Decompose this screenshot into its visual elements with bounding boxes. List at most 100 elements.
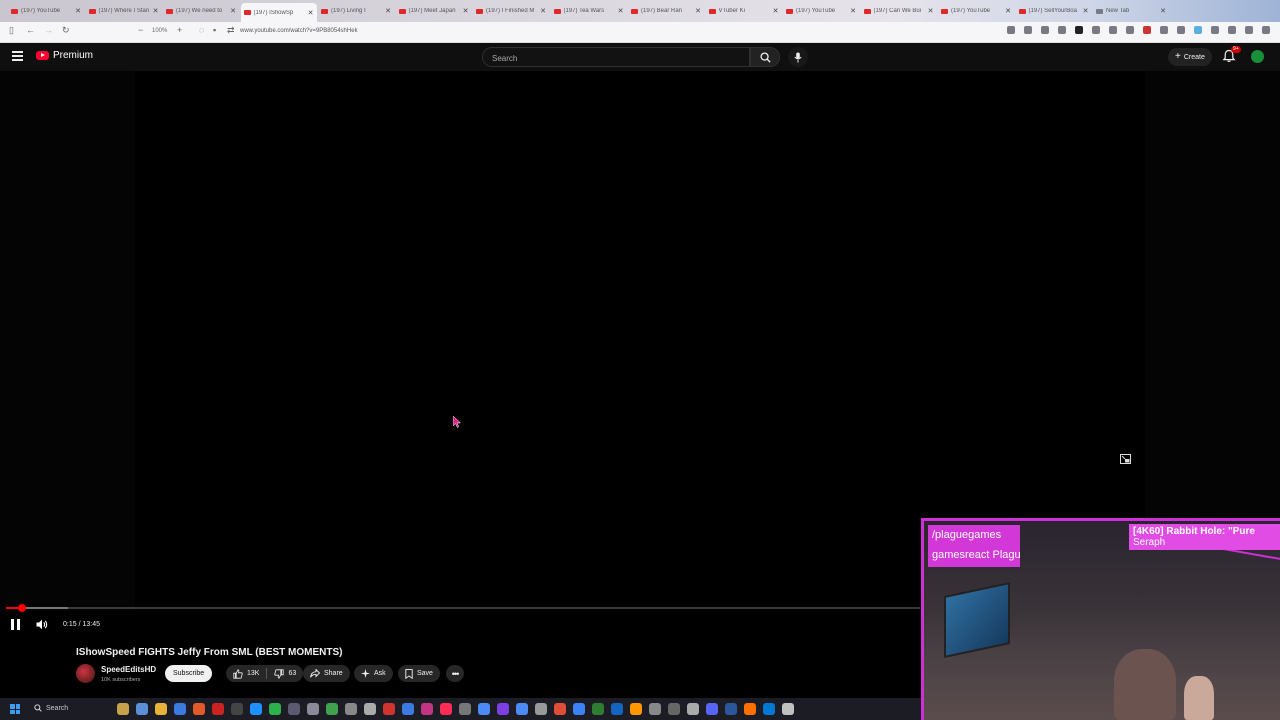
close-tab-icon[interactable]: ✕ <box>928 7 934 15</box>
more-actions-button[interactable]: ••• <box>446 665 464 682</box>
taskbar-app-icon[interactable] <box>345 703 357 715</box>
youtube-premium-logo[interactable]: Premium <box>36 50 93 61</box>
taskbar-app-icon[interactable] <box>535 703 547 715</box>
close-tab-icon[interactable]: ✕ <box>308 9 314 17</box>
browser-tab[interactable]: (197) Tea Wars ✕ <box>551 3 627 19</box>
close-tab-icon[interactable]: ✕ <box>463 7 469 15</box>
browser-tab[interactable]: New Tab ✕ <box>1093 3 1169 19</box>
browser-extension-icon[interactable] <box>1058 26 1066 34</box>
close-tab-icon[interactable]: ✕ <box>385 7 391 15</box>
volume-icon[interactable] <box>36 619 48 630</box>
taskbar-app-icon[interactable] <box>611 703 623 715</box>
browser-tab[interactable]: (197) Meet Japan ✕ <box>396 3 472 19</box>
zoom-out-icon[interactable]: − <box>138 25 143 35</box>
taskbar-app-icon[interactable] <box>459 703 471 715</box>
reload-icon[interactable]: ↻ <box>62 25 70 36</box>
browser-extension-icon[interactable] <box>1177 26 1185 34</box>
address-bar[interactable]: www.youtube.com/watch?v=9PB8054shHek <box>240 28 358 34</box>
back-icon[interactable]: ← <box>26 25 35 35</box>
ask-button[interactable]: Ask <box>354 665 393 682</box>
voice-search-button[interactable] <box>788 47 808 67</box>
sidebar-toggle-icon[interactable]: ▯ <box>9 25 14 36</box>
forward-icon[interactable]: → <box>44 25 53 35</box>
zoom-level[interactable]: 100% <box>152 28 167 34</box>
taskbar-app-icon[interactable] <box>554 703 566 715</box>
browser-extension-icon[interactable] <box>1160 26 1168 34</box>
save-button[interactable]: Save <box>398 665 440 682</box>
close-tab-icon[interactable]: ✕ <box>153 7 159 15</box>
taskbar-app-icon[interactable] <box>725 703 737 715</box>
taskbar-app-icon[interactable] <box>573 703 585 715</box>
browser-extension-icon[interactable] <box>1262 26 1270 34</box>
browser-tab[interactable]: (197) Living I ✕ <box>318 3 394 19</box>
taskbar-search[interactable]: Search <box>34 704 68 712</box>
taskbar-app-icon[interactable] <box>364 703 376 715</box>
browser-tab[interactable]: (197) I Finished M ✕ <box>473 3 549 19</box>
dislike-icon[interactable] <box>274 668 285 679</box>
account-avatar[interactable] <box>1251 50 1264 63</box>
browser-extension-icon[interactable] <box>1075 26 1083 34</box>
taskbar-app-icon[interactable] <box>250 703 262 715</box>
close-tab-icon[interactable]: ✕ <box>695 7 701 15</box>
zoom-in-icon[interactable]: + <box>177 25 182 35</box>
close-tab-icon[interactable]: ✕ <box>540 7 546 15</box>
browser-tab[interactable]: (197) Can We Bui ✕ <box>861 3 937 19</box>
taskbar-app-icon[interactable] <box>288 703 300 715</box>
taskbar-app-icon[interactable] <box>497 703 509 715</box>
browser-tab[interactable]: (197) IShowSp ✕ <box>240 3 317 22</box>
browser-tab[interactable]: (197) YouTube ✕ <box>783 3 859 19</box>
taskbar-app-icon[interactable] <box>136 703 148 715</box>
subscribe-button[interactable]: Subscribe <box>165 665 213 682</box>
browser-extension-icon[interactable] <box>1041 26 1049 34</box>
like-icon[interactable] <box>233 668 243 679</box>
progress-bar[interactable] <box>6 604 920 612</box>
browser-extension-icon[interactable] <box>1126 26 1134 34</box>
pause-button[interactable] <box>11 619 21 630</box>
browser-tab[interactable]: (197) Where I Stan ✕ <box>86 3 162 19</box>
browser-extension-icon[interactable] <box>1194 26 1202 34</box>
hamburger-menu-icon[interactable] <box>12 51 23 62</box>
taskbar-app-icon[interactable] <box>212 703 224 715</box>
close-tab-icon[interactable]: ✕ <box>75 7 81 15</box>
taskbar-app-icon[interactable] <box>269 703 281 715</box>
browser-extension-icon[interactable] <box>1143 26 1151 34</box>
taskbar-app-icon[interactable] <box>402 703 414 715</box>
share-button[interactable]: Share <box>303 665 350 682</box>
taskbar-app-icon[interactable] <box>155 703 167 715</box>
taskbar-app-icon[interactable] <box>383 703 395 715</box>
channel-avatar[interactable] <box>76 664 95 683</box>
close-tab-icon[interactable]: ✕ <box>1083 7 1089 15</box>
shield-icon[interactable]: ◌ <box>199 25 204 35</box>
taskbar-app-icon[interactable] <box>421 703 433 715</box>
search-button[interactable] <box>750 47 780 67</box>
close-tab-icon[interactable]: ✕ <box>1160 7 1166 15</box>
taskbar-app-icon[interactable] <box>193 703 205 715</box>
taskbar-app-icon[interactable] <box>231 703 243 715</box>
like-count[interactable]: 13K <box>247 670 259 677</box>
taskbar-app-icon[interactable] <box>117 703 129 715</box>
browser-extension-icon[interactable] <box>1245 26 1253 34</box>
taskbar-app-icon[interactable] <box>440 703 452 715</box>
taskbar-app-icon[interactable] <box>706 703 718 715</box>
close-tab-icon[interactable]: ✕ <box>773 7 779 15</box>
create-button[interactable]: + Create <box>1168 48 1212 66</box>
close-tab-icon[interactable]: ✕ <box>850 7 856 15</box>
taskbar-app-icon[interactable] <box>478 703 490 715</box>
browser-extension-icon[interactable] <box>1007 26 1015 34</box>
browser-extension-icon[interactable] <box>1109 26 1117 34</box>
browser-extension-icon[interactable] <box>1228 26 1236 34</box>
browser-extension-icon[interactable] <box>1092 26 1100 34</box>
site-settings-icon[interactable]: ⇄ <box>227 25 235 36</box>
browser-tab[interactable]: (197) SellYourBoa ✕ <box>1016 3 1092 19</box>
taskbar-app-icon[interactable] <box>668 703 680 715</box>
windows-start-icon[interactable] <box>10 704 20 714</box>
search-input[interactable] <box>490 53 734 64</box>
browser-extension-icon[interactable] <box>1211 26 1219 34</box>
browser-tab[interactable]: (197) Bear Ran ✕ <box>628 3 704 19</box>
channel-name[interactable]: SpeedEditsHD <box>101 665 156 674</box>
browser-tab[interactable]: VTuber Ki ✕ <box>706 3 782 19</box>
browser-tab[interactable]: (197) We need to ✕ <box>163 3 239 19</box>
miniplayer-icon[interactable] <box>1120 454 1131 464</box>
close-tab-icon[interactable]: ✕ <box>1005 7 1011 15</box>
browser-tab[interactable]: (197) YouTube ✕ <box>8 3 84 19</box>
